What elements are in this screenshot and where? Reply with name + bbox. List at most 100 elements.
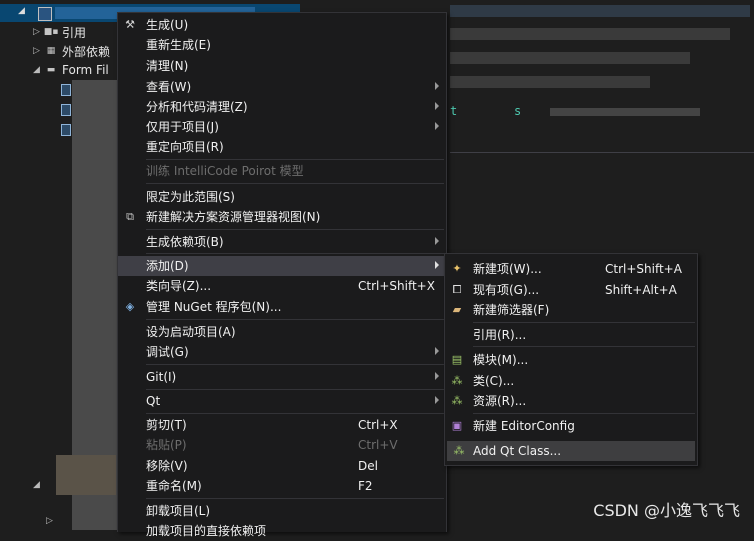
- menu-item-clean[interactable]: 清理(N): [118, 56, 446, 76]
- tree-item-external-deps[interactable]: ▷ ▦ 外部依赖: [33, 42, 110, 60]
- menu-item-label: 现有项(G)...: [473, 283, 540, 297]
- collapse-arrow-icon[interactable]: ◢: [33, 480, 45, 490]
- menu-item-rename[interactable]: 重命名(M) F2: [118, 476, 446, 496]
- tree-item-form-files[interactable]: ◢ ▬ Form Fil: [33, 61, 109, 79]
- menu-separator: [146, 364, 444, 365]
- menu-item-label: 清理(N): [146, 59, 189, 73]
- divider: [450, 152, 754, 153]
- tree-item-references[interactable]: ▷ ■▪ 引用: [33, 23, 86, 41]
- menu-item-label: Git(I): [146, 370, 177, 384]
- menu-item-label: 调试(G): [146, 345, 189, 359]
- new-item-icon: ✦: [452, 262, 462, 275]
- menu-item-label: 卸载项目(L): [146, 504, 211, 518]
- menu-item-qt[interactable]: Qt: [118, 391, 446, 411]
- menu-item-shortcut: Ctrl+Shift+A: [605, 262, 682, 276]
- submenu-item-new-filter[interactable]: ▰ 新建筛选器(F): [445, 300, 697, 320]
- submenu-arrow-icon: [435, 372, 439, 380]
- menu-item-retarget[interactable]: 重定向项目(R): [118, 137, 446, 157]
- submenu-item-new-item[interactable]: ✦ 新建项(W)... Ctrl+Shift+A: [445, 259, 697, 279]
- menu-item-label: 引用(R)...: [473, 328, 527, 342]
- menu-item-view[interactable]: 查看(W): [118, 77, 446, 97]
- menu-item-debug[interactable]: 调试(G): [118, 342, 446, 362]
- submenu-item-existing-item[interactable]: ⧠ 现有项(G)... Shift+Alt+A: [445, 280, 697, 300]
- menu-item-label: 剪切(T): [146, 418, 187, 432]
- submenu-item-reference[interactable]: 引用(R)...: [445, 325, 697, 345]
- blurred-code: [450, 28, 730, 40]
- add-submenu: ✦ 新建项(W)... Ctrl+Shift+A ⧠ 现有项(G)... Shi…: [444, 253, 698, 466]
- external-deps-icon: ▦: [46, 46, 56, 56]
- menu-item-shortcut: Ctrl+V: [358, 438, 398, 452]
- menu-separator: [146, 159, 444, 160]
- submenu-item-module[interactable]: ▤ 模块(M)...: [445, 350, 697, 370]
- menu-item-label: 查看(W): [146, 80, 192, 94]
- menu-item-label: 仅用于项目(J): [146, 120, 219, 134]
- menu-item-class-wizard[interactable]: 类向导(Z)... Ctrl+Shift+X: [118, 276, 446, 296]
- code-text: t: [450, 104, 458, 118]
- menu-item-project-only[interactable]: 仅用于项目(J): [118, 117, 446, 137]
- menu-item-cut[interactable]: 剪切(T) Ctrl+X: [118, 415, 446, 435]
- menu-item-manage-nuget[interactable]: ◈ 管理 NuGet 程序包(N)...: [118, 297, 446, 317]
- existing-item-icon: ⧠: [452, 283, 462, 296]
- tree-item[interactable]: ▷: [46, 512, 58, 530]
- project-context-menu: ⚒ 生成(U) 重新生成(E) 清理(N) 查看(W) 分析和代码清理(Z) 仅…: [117, 12, 447, 538]
- menu-item-unload-project[interactable]: 卸载项目(L): [118, 501, 446, 521]
- menu-item-set-startup[interactable]: 设为启动项目(A): [118, 322, 446, 342]
- menu-separator: [146, 183, 444, 184]
- menu-item-label: 重定向项目(R): [146, 140, 224, 154]
- menu-item-label: 限定为此范围(S): [146, 190, 235, 204]
- menu-item-load-direct-deps[interactable]: 加载项目的直接依赖项: [118, 521, 446, 541]
- submenu-arrow-icon: [435, 122, 439, 130]
- menu-item-label: 类(C)...: [473, 374, 515, 388]
- expand-arrow-icon[interactable]: ▷: [33, 46, 45, 56]
- menu-item-label: 添加(D): [146, 259, 189, 273]
- blurred-code: [450, 52, 690, 64]
- submenu-arrow-icon: [435, 82, 439, 90]
- tree-item[interactable]: ◢: [33, 476, 45, 494]
- menu-item-label: 资源(R)...: [473, 394, 527, 408]
- collapse-arrow-icon[interactable]: ◢: [33, 65, 45, 75]
- menu-item-build[interactable]: ⚒ 生成(U): [118, 15, 446, 35]
- tree-item-label: 引用: [62, 25, 87, 40]
- menu-item-new-explorer-view[interactable]: ⧉ 新建解决方案资源管理器视图(N): [118, 207, 446, 227]
- expand-arrow-icon[interactable]: ▷: [46, 516, 58, 526]
- menu-item-label: 粘贴(P): [146, 438, 187, 452]
- menu-item-rebuild[interactable]: 重新生成(E): [118, 35, 446, 55]
- submenu-item-new-editorconfig[interactable]: ▣ 新建 EditorConfig: [445, 416, 697, 436]
- menu-separator: [146, 319, 444, 320]
- menu-item-label: 类向导(Z)...: [146, 279, 212, 293]
- menu-item-scope-to-this[interactable]: 限定为此范围(S): [118, 187, 446, 207]
- submenu-arrow-icon: [435, 347, 439, 355]
- menu-item-shortcut: Shift+Alt+A: [605, 283, 677, 297]
- menu-item-git[interactable]: Git(I): [118, 367, 446, 387]
- menu-item-paste: 粘贴(P) Ctrl+V: [118, 435, 446, 455]
- folder-icon: ▬: [46, 65, 56, 75]
- expand-arrow-icon[interactable]: ◢: [18, 6, 25, 16]
- menu-item-label: 生成依赖项(B): [146, 235, 224, 249]
- menu-item-add[interactable]: 添加(D): [118, 256, 446, 276]
- menu-item-label: 模块(M)...: [473, 353, 529, 367]
- menu-item-label: 重新生成(E): [146, 38, 211, 52]
- code-text: s: [514, 104, 522, 118]
- submenu-arrow-icon: [435, 261, 439, 269]
- menu-item-label: 重命名(M): [146, 479, 202, 493]
- menu-separator: [146, 389, 444, 390]
- menu-item-label: 训练 IntelliCode Poirot 模型: [146, 164, 304, 178]
- submenu-arrow-icon: [435, 102, 439, 110]
- submenu-item-class[interactable]: ⁂ 类(C)...: [445, 371, 697, 391]
- build-icon: ⚒: [125, 18, 135, 31]
- menu-item-label: 生成(U): [146, 18, 189, 32]
- menu-item-build-dependencies[interactable]: 生成依赖项(B): [118, 232, 446, 252]
- submenu-item-add-qt-class[interactable]: ⁂ Add Qt Class...: [447, 441, 695, 461]
- reference-icon: ■▪: [43, 27, 59, 37]
- menu-item-analyze[interactable]: 分析和代码清理(Z): [118, 97, 446, 117]
- menu-item-shortcut: Del: [358, 459, 378, 473]
- submenu-item-resource[interactable]: ⁂ 资源(R)...: [445, 391, 697, 411]
- file-icon: [61, 84, 71, 96]
- menu-item-label: 新建 EditorConfig: [473, 419, 575, 433]
- menu-item-label: 分析和代码清理(Z): [146, 100, 248, 114]
- menu-item-remove[interactable]: 移除(V) Del: [118, 456, 446, 476]
- module-icon: ▤: [451, 353, 463, 366]
- menu-separator: [146, 253, 444, 254]
- menu-item-label: 新建项(W)...: [473, 262, 542, 276]
- qt-class-icon: ⁂: [453, 444, 465, 457]
